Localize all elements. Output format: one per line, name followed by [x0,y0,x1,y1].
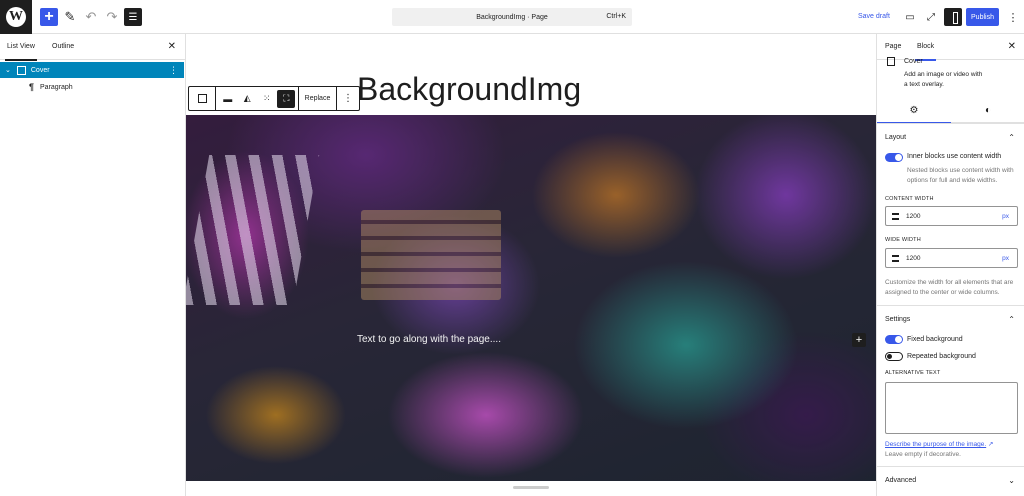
describe-image-link[interactable]: Describe the purpose of the image. ↗ [885,440,993,450]
editor-top-bar: W + ✎ ↶ ↷ ☰ BackgroundImg · Page Ctrl+K … [0,0,1024,34]
redo-icon[interactable]: ↷ [103,8,121,26]
advanced-panel-header[interactable]: Advanced ⌄ [877,466,1024,494]
content-width-label: CONTENT WIDTH [885,196,934,202]
focal-point-icon[interactable]: ⁙ [258,90,276,108]
chevron-down-icon: ⌄ [1008,476,1015,485]
content-width-icon [892,213,899,220]
block-controls-group: ▬ ◭ ⁙ ⛶ [216,87,299,110]
list-view-tabs: List View Outline ✕ [0,34,185,61]
cover-block-icon [887,57,895,66]
alt-text-textarea[interactable] [885,382,1018,434]
close-icon[interactable]: ✕ [168,41,176,52]
tab-page[interactable]: Page [885,43,901,50]
wide-width-label: WIDE WIDTH [885,237,921,243]
inner-blocks-toggle[interactable] [885,153,903,162]
tab-block[interactable]: Block [914,43,937,61]
settings-heading: Settings [885,316,911,323]
replace-button[interactable]: Replace [299,87,337,110]
cover-block-icon [197,94,207,103]
duotone-icon[interactable]: ◭ [238,90,256,108]
view-page-icon[interactable]: ⤢ [922,8,940,26]
paragraph-icon: ¶ [29,82,35,92]
cover-image-detail [361,210,501,300]
unit-select[interactable]: px [1002,213,1009,220]
layout-panel-header[interactable]: Layout ⌃ [877,123,1024,151]
inspector-tabs: Page Block ✕ [877,34,1024,61]
wide-width-icon [892,255,899,262]
more-options-icon[interactable]: ⋮ [337,87,359,110]
repeated-background-label: Repeated background [907,353,976,360]
chevron-up-icon: ⌃ [1008,133,1015,142]
fixed-background-label: Fixed background [907,336,963,343]
alt-text-label: ALTERNATIVE TEXT [885,370,941,376]
command-shortcut: Ctrl+K [606,13,626,20]
wordpress-icon: W [6,7,26,27]
repeated-background-toggle[interactable] [885,352,903,361]
options-menu-icon[interactable]: ⋮ [1004,8,1022,26]
settings-panel-header[interactable]: Settings ⌃ [877,305,1024,333]
fixed-background-toggle[interactable] [885,335,903,344]
list-item-label: Cover [30,66,50,74]
block-card-description: Add an image or video with a text overla… [904,71,983,88]
inner-blocks-label: Inner blocks use content width [907,153,1002,160]
undo-icon[interactable]: ↶ [82,8,100,26]
settings-sidebar-toggle[interactable] [944,8,962,26]
tab-list-view[interactable]: List View [5,43,37,61]
pencil-icon[interactable]: ✎ [61,8,79,26]
page-title[interactable]: BackgroundImg [357,71,581,108]
list-item-paragraph[interactable]: ¶ Paragraph [0,79,184,95]
full-height-toggle-icon[interactable]: ⛶ [277,89,296,108]
width-help-text: Customize the width for all elements tha… [885,279,1014,296]
document-title-bar[interactable]: BackgroundImg · Page Ctrl+K [392,8,632,26]
editor-canvas: BackgroundImg Text to go along with the … [186,34,876,496]
describe-image-link-text[interactable]: Describe the purpose of the image. [885,441,986,448]
wide-width-input[interactable]: 1200 px [885,248,1018,268]
inspector-style-tabs: ⚙ ◐ [877,98,1024,123]
leave-empty-help: Leave empty if decorative. [885,451,961,458]
align-content-icon[interactable]: ▬ [219,90,237,108]
content-width-input[interactable]: 1200 px [885,206,1018,226]
publish-button[interactable]: Publish [966,8,999,26]
cover-block[interactable]: Text to go along with the page.... + [186,115,876,481]
list-item-cover[interactable]: ⌄ Cover ⋮ [0,62,184,78]
advanced-heading: Advanced [885,477,917,484]
cover-block-icon [16,65,26,75]
cover-image-detail [186,155,320,305]
list-item-label: Paragraph [40,83,73,91]
chevron-down-icon[interactable]: ⌄ [5,66,11,74]
block-switcher-button[interactable] [189,87,216,110]
add-block-button[interactable]: + [40,8,58,26]
block-toolbar: ▬ ◭ ⁙ ⛶ Replace ⋮ [188,86,360,111]
desktop-preview-icon[interactable]: ▭ [901,8,919,26]
external-link-icon: ↗ [987,441,994,448]
add-block-plus-icon[interactable]: + [852,333,866,347]
styles-half-circle-icon[interactable]: ◐ [951,98,1024,123]
inner-blocks-help: Nested blocks use content width with opt… [907,167,1014,184]
chevron-up-icon: ⌃ [1008,315,1015,324]
document-title: BackgroundImg · Page [476,13,548,21]
canvas-resize-handle[interactable] [513,486,549,489]
block-options-icon[interactable]: ⋮ [169,65,178,76]
content-width-value: 1200 [906,213,921,220]
cover-paragraph[interactable]: Text to go along with the page.... [357,334,501,345]
settings-gear-icon[interactable]: ⚙ [877,98,951,123]
save-draft-button[interactable]: Save draft [858,13,890,20]
close-icon[interactable]: ✕ [1008,41,1016,52]
unit-select[interactable]: px [1002,255,1009,262]
block-inspector-panel: Page Block ✕ Cover Add an image or video… [876,34,1024,496]
document-overview-button[interactable]: ☰ [124,8,142,26]
list-view-panel: List View Outline ✕ ⌄ Cover ⋮ ¶ Paragrap… [0,34,186,496]
wordpress-logo-button[interactable]: W [0,0,32,34]
wide-width-value: 1200 [906,255,921,262]
layout-heading: Layout [885,134,907,141]
tab-outline[interactable]: Outline [52,43,74,50]
block-card-title: Cover [904,58,923,65]
